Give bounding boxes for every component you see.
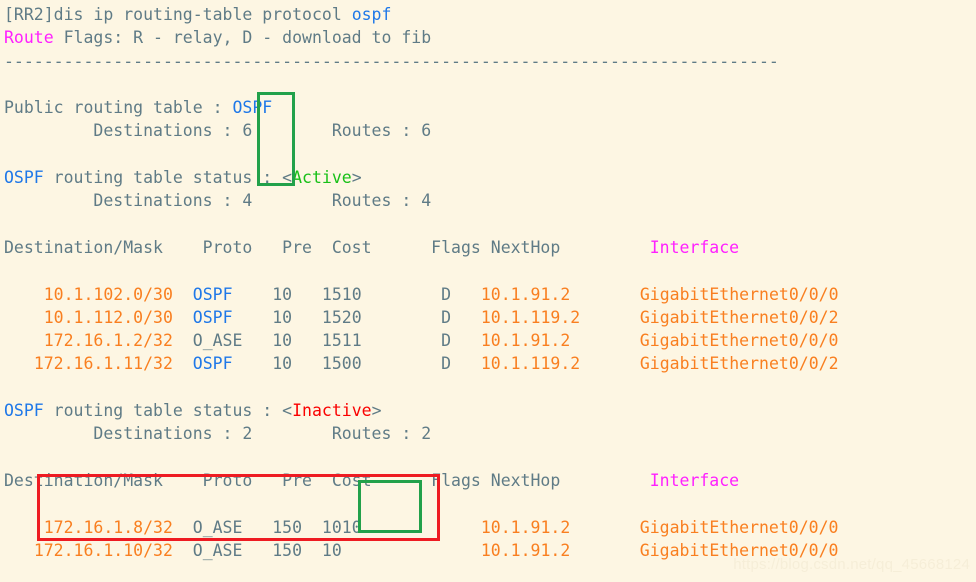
text-span: OSPF (4, 168, 44, 188)
terminal-line-blank-8 (4, 562, 839, 582)
terminal-line-route-flags: Route Flags: R - relay, D - download to … (4, 26, 839, 49)
terminal-line-header-inactive: Destination/Mask Proto Pre Cost Flags Ne… (4, 469, 839, 492)
text-span: Destinations : 4 Routes : 4 (4, 191, 432, 211)
terminal-line-status-active: OSPF routing table status : <Active> (4, 166, 839, 189)
terminal-line-blank-3 (4, 213, 839, 236)
text-span: 10.1.119.2 (480, 307, 581, 327)
terminal-screen: [RR2]dis ip routing-table protocol ospf R… (0, 0, 976, 582)
text-span (4, 541, 34, 560)
text-span (570, 518, 640, 537)
text-span (570, 541, 640, 560)
terminal-line-route-5: 172.16.1.8/32 O_ASE 150 1010 10.1.91.2 G… (4, 516, 839, 539)
text-span: GigabitEthernet0/0/2 (639, 354, 839, 374)
terminal-line-public-counts: Destinations : 6 Routes : 6 (4, 119, 839, 142)
text-span: routing table status : < (43, 168, 293, 188)
terminal-line-route-1: 10.1.102.0/30 OSPF 10 1510 D 10.1.91.2 G… (4, 283, 839, 306)
text-span (4, 285, 44, 304)
text-span: 10.1.91.2 (480, 540, 571, 560)
text-span: 172.16.1.2/32 (43, 331, 173, 351)
text-span: 10 1520 D (232, 307, 481, 327)
terminal-line-route-6: 172.16.1.10/32 O_ASE 150 10 10.1.91.2 Gi… (4, 539, 839, 562)
text-span (570, 285, 640, 304)
text-span: O_ASE 150 1010 (172, 517, 481, 537)
terminal-line-public-routing-table: Public routing table : OSPF (4, 96, 839, 119)
text-span (580, 354, 640, 373)
text-span: ospf (351, 5, 392, 24)
text-span: Destinations : 2 Routes : 2 (4, 424, 432, 444)
text-span: Active (292, 168, 352, 188)
text-span: Interface (649, 237, 740, 257)
terminal-output: [RR2]dis ip routing-table protocol ospf R… (4, 3, 839, 582)
terminal-line-blank-5 (4, 376, 839, 399)
terminal-line-blank-4 (4, 259, 839, 282)
text-span: 10 1510 D (232, 284, 481, 304)
terminal-line-route-3: 172.16.1.2/32 O_ASE 10 1511 D 10.1.91.2 … (4, 329, 839, 352)
text-span: 172.16.1.11/32 (33, 354, 173, 374)
text-span: 172.16.1.10/32 (33, 540, 173, 560)
text-span (4, 331, 44, 350)
text-span: OSPF (192, 307, 233, 327)
terminal-line-separator: ----------------------------------------… (4, 50, 839, 73)
text-span: GigabitEthernet0/0/2 (639, 307, 839, 327)
text-span: 10.1.91.2 (480, 517, 571, 537)
text-span: 10.1.112.0/30 (43, 307, 173, 327)
terminal-line-command: [RR2]dis ip routing-table protocol ospf (4, 3, 839, 26)
text-span (4, 518, 44, 537)
text-span: 10.1.102.0/30 (43, 284, 173, 304)
text-span: Public routing table : (4, 98, 233, 118)
terminal-line-blank-1 (4, 73, 839, 96)
terminal-line-blank-6 (4, 446, 839, 469)
terminal-line-route-2: 10.1.112.0/30 OSPF 10 1520 D 10.1.119.2 … (4, 306, 839, 329)
text-span (173, 308, 193, 327)
text-span: GigabitEthernet0/0/0 (639, 284, 839, 304)
text-span: Interface (649, 470, 740, 490)
terminal-line-blank-2 (4, 143, 839, 166)
text-span: 172.16.1.8/32 (43, 517, 173, 537)
text-span: Inactive (292, 401, 372, 421)
watermark-text: https://blog.csdn.net/qq_45668124 (733, 555, 970, 573)
terminal-line-blank-7 (4, 492, 839, 515)
text-span: Destination/Mask Proto Pre Cost Flags Ne… (4, 237, 650, 257)
text-span: Route (4, 28, 54, 48)
text-span: GigabitEthernet0/0/0 (639, 331, 839, 351)
terminal-line-status-inactive: OSPF routing table status : <Inactive> (4, 399, 839, 422)
text-span: Destinations : 6 Routes : 6 (4, 121, 432, 141)
text-span (4, 308, 44, 327)
text-span: routing table status : < (43, 401, 293, 421)
text-span: ----------------------------------------… (4, 51, 779, 71)
text-span (173, 354, 193, 373)
text-span: 10.1.91.2 (480, 284, 571, 304)
terminal-line-route-4: 172.16.1.11/32 OSPF 10 1500 D 10.1.119.2… (4, 352, 839, 375)
text-span: > (371, 401, 382, 421)
text-span (4, 354, 34, 373)
text-span: 10 1500 D (232, 354, 481, 374)
text-span (580, 308, 640, 327)
text-span: OSPF (192, 284, 233, 304)
text-span: GigabitEthernet0/0/0 (639, 517, 839, 537)
text-span: [RR2]dis ip routing-table protocol (4, 5, 352, 24)
terminal-line-inactive-counts: Destinations : 2 Routes : 2 (4, 422, 839, 445)
text-span: Flags: R - relay, D - download to fib (53, 28, 432, 48)
text-span (570, 331, 640, 350)
text-span (173, 285, 193, 304)
text-span: 10.1.91.2 (480, 331, 571, 351)
text-span: O_ASE 150 10 (172, 540, 481, 560)
text-span: OSPF (232, 98, 273, 118)
text-span: OSPF (192, 354, 233, 374)
text-span: 10.1.119.2 (480, 354, 581, 374)
text-span: OSPF (4, 401, 44, 421)
text-span: O_ASE 10 1511 D (172, 331, 481, 351)
terminal-line-active-counts: Destinations : 4 Routes : 4 (4, 189, 839, 212)
text-span: > (351, 168, 362, 188)
terminal-line-header-active: Destination/Mask Proto Pre Cost Flags Ne… (4, 236, 839, 259)
text-span: Destination/Mask Proto Pre Cost Flags Ne… (4, 470, 650, 490)
